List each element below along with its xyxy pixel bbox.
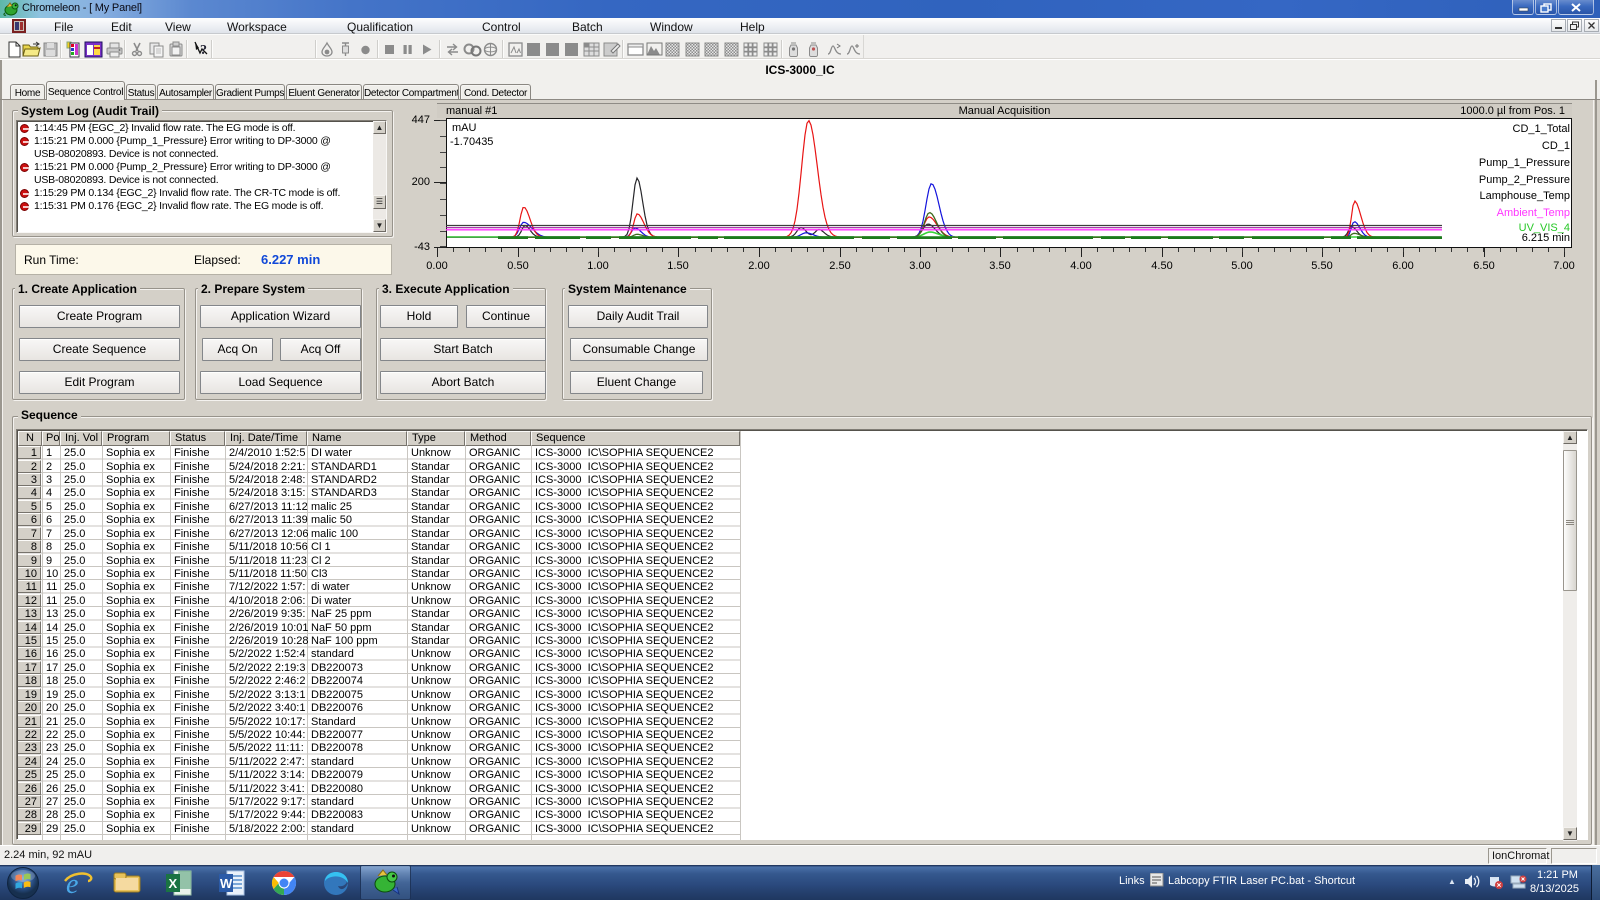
svg-text:W: W <box>220 876 233 891</box>
svg-text:X: X <box>169 876 178 891</box>
svg-text:?: ? <box>200 43 207 58</box>
